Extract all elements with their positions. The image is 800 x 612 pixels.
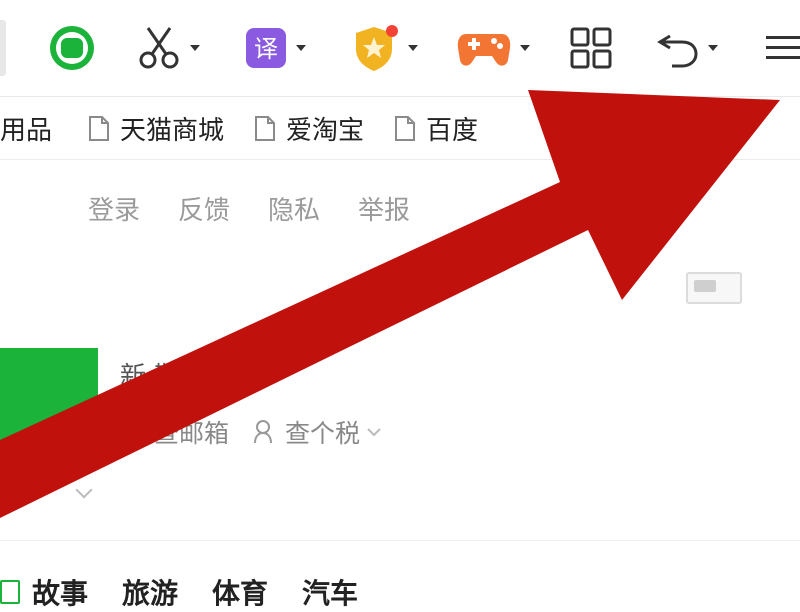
bookmark-label: 爱淘宝: [286, 115, 365, 146]
privacy-link[interactable]: 隐私: [268, 190, 320, 227]
translate-button[interactable]: 译: [244, 22, 306, 74]
layout-toggle[interactable]: [686, 272, 742, 304]
document-icon: [89, 115, 110, 141]
chevron-down-icon[interactable]: [75, 481, 93, 499]
scissors-icon: [139, 27, 179, 69]
check-mail-link[interactable]: 查邮箱: [120, 414, 229, 450]
check-tax-link[interactable]: 查个税: [253, 414, 382, 450]
document-icon: [255, 115, 276, 141]
shield-icon: [356, 25, 398, 71]
bookmark-label: 天猫商城: [120, 115, 225, 146]
undo-button[interactable]: [656, 22, 718, 74]
login-link[interactable]: 登录: [88, 190, 140, 227]
bookmark-item[interactable]: 用品: [0, 110, 52, 147]
apps-grid-icon: [570, 27, 612, 69]
nav-travel[interactable]: 旅游: [122, 572, 178, 612]
check-tax-label: 查个税: [285, 419, 361, 448]
report-link[interactable]: 举报: [358, 190, 410, 227]
bookmark-item[interactable]: 百度: [394, 110, 478, 147]
chevron-down-icon: [520, 45, 530, 51]
security-button[interactable]: [352, 22, 418, 74]
profile-links: 查邮箱 查个税: [120, 414, 406, 450]
browser-toolbar: 译: [0, 0, 800, 97]
bookmark-label: 用品: [0, 115, 53, 146]
green-banner[interactable]: [0, 348, 98, 452]
toolbar-button-green[interactable]: [48, 22, 96, 74]
profile-title: 新 鞋服饰: [120, 362, 233, 392]
category-nav: 故事 旅游 体育 汽车: [0, 572, 392, 612]
apps-button[interactable]: [570, 22, 612, 74]
screenshot-button[interactable]: [138, 22, 200, 74]
divider: [0, 540, 800, 541]
undo-icon: [657, 34, 698, 68]
bookmark-item[interactable]: 天猫商城: [88, 110, 224, 147]
nav-auto[interactable]: 汽车: [302, 572, 358, 612]
bookmarks-bar: 用品 天猫商城 爱淘宝 百度: [0, 97, 800, 160]
chevron-down-icon: [408, 45, 418, 51]
category-icon: [0, 580, 20, 604]
check-mail-label: 查邮箱: [154, 419, 230, 448]
menu-icon: [766, 36, 800, 59]
nav-sports[interactable]: 体育: [212, 572, 268, 612]
nav-story[interactable]: 故事: [32, 572, 88, 612]
chevron-down-icon: [296, 45, 306, 51]
main-menu-button[interactable]: [764, 22, 800, 74]
top-links: 登录 反馈 隐私 举报: [88, 190, 448, 227]
feedback-link[interactable]: 反馈: [178, 190, 230, 227]
bookmark-item[interactable]: 爱淘宝: [254, 110, 364, 147]
green-circle-icon: [50, 26, 94, 70]
chevron-down-icon: [708, 45, 718, 51]
svg-text:译: 译: [254, 35, 278, 63]
bookmark-label: 百度: [426, 115, 479, 146]
chevron-down-icon: [190, 45, 200, 51]
mail-icon: [121, 423, 145, 441]
translate-icon: 译: [246, 28, 286, 68]
address-bar-edge[interactable]: [0, 20, 6, 76]
document-icon: [395, 115, 416, 141]
gamepad-icon: [457, 34, 511, 66]
game-button[interactable]: [456, 22, 530, 74]
person-icon: [254, 420, 273, 444]
chevron-down-icon: [367, 428, 381, 437]
